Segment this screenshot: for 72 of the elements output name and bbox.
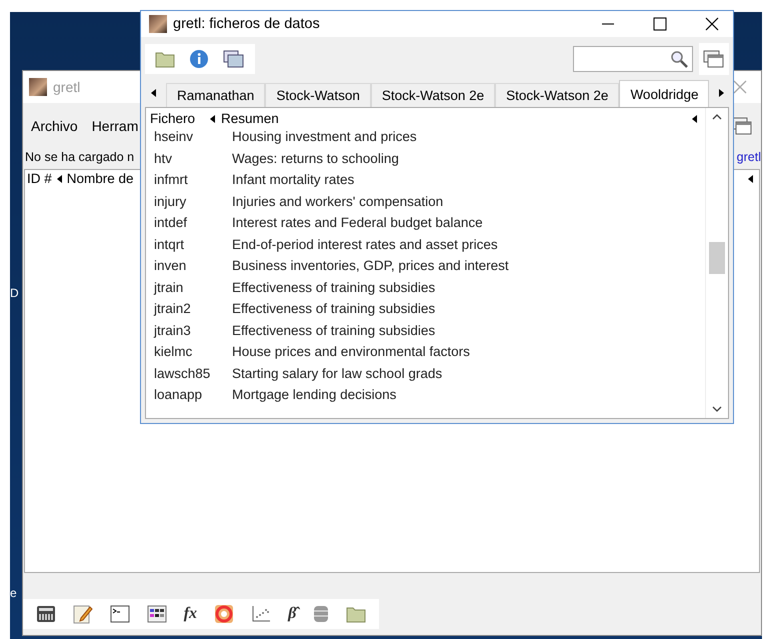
gretl-link[interactable]: gretl <box>736 150 761 164</box>
toolbar-button[interactable]: fx <box>184 605 198 623</box>
column-header[interactable]: Resumen <box>221 111 279 126</box>
scroll-up-icon[interactable] <box>712 114 722 120</box>
desktop-label: e <box>10 586 17 600</box>
file-name-cell[interactable]: intdef <box>154 215 232 230</box>
scatter-plot-icon[interactable] <box>251 605 272 623</box>
search-icon[interactable] <box>670 50 688 68</box>
summary-cell[interactable]: End-of-period interest rates and asset prices <box>232 236 498 252</box>
column-header[interactable]: ID # <box>27 171 52 186</box>
summary-cell[interactable]: Starting salary for law school grads <box>232 366 442 381</box>
tab[interactable]: Stock-Watson 2e <box>370 83 496 107</box>
summary-cell[interactable]: Business inventories, GDP, prices and interest <box>232 258 509 274</box>
file-name-cell[interactable]: kielmc <box>154 344 232 360</box>
menu-item[interactable]: Herram <box>92 118 138 134</box>
summary-cell[interactable]: Interest rates and Federal budget balance <box>232 215 483 230</box>
search-field[interactable] <box>573 46 693 72</box>
terminal-icon[interactable] <box>110 605 130 623</box>
file-name-cell[interactable]: injury <box>154 194 232 209</box>
menu-item[interactable]: Archivo <box>31 118 78 134</box>
window-title: gretl: ficheros de datos <box>173 16 320 32</box>
summary-cell[interactable]: Wages: returns to schooling <box>232 150 399 166</box>
file-name-cell[interactable]: loanapp <box>154 387 232 402</box>
tab[interactable]: Stock-Watson 2e <box>495 83 620 107</box>
file-name-cell[interactable]: intqrt <box>154 236 232 252</box>
file-name-cell[interactable]: jtrain2 <box>154 301 232 316</box>
scroll-right-icon[interactable] <box>719 88 724 96</box>
file-name-cell[interactable]: jtrain3 <box>154 322 232 338</box>
close-icon[interactable] <box>705 17 719 31</box>
scroll-down-icon[interactable] <box>712 406 722 412</box>
summary-cell[interactable]: Effectiveness of training subsidies <box>232 322 436 338</box>
summary-cell[interactable]: Injuries and workers' compensation <box>232 194 444 209</box>
column-header[interactable]: Nombre de <box>66 171 134 186</box>
info-icon[interactable] <box>189 49 209 69</box>
scrollbar[interactable] <box>705 108 728 418</box>
summary-cell[interactable]: Effectiveness of training subsidies <box>232 301 436 316</box>
file-name-cell[interactable]: inven <box>154 258 232 274</box>
summary-cell[interactable]: Infant mortality rates <box>232 172 354 188</box>
file-name-cell[interactable]: hseinv <box>154 129 232 144</box>
sort-arrow-icon[interactable] <box>692 114 697 122</box>
scroll-left-icon[interactable] <box>151 88 156 96</box>
windows-icon[interactable] <box>223 49 245 69</box>
desktop-label: D <box>10 286 19 300</box>
lifebuoy-icon[interactable] <box>214 604 234 624</box>
calculator-icon[interactable] <box>36 605 56 623</box>
window-title: gretl <box>53 79 80 95</box>
sort-arrow-icon[interactable] <box>210 114 215 122</box>
folder-icon[interactable] <box>346 605 366 623</box>
app-icon <box>149 15 167 33</box>
sort-arrow-icon[interactable] <box>748 174 753 182</box>
status-text: No se ha cargado n <box>25 150 134 164</box>
app-icon <box>29 78 47 96</box>
summary-cell[interactable]: Mortgage lending decisions <box>232 387 396 402</box>
folder-icon[interactable] <box>155 50 175 68</box>
column-header[interactable]: Fichero <box>150 111 210 126</box>
file-name-cell[interactable]: htv <box>154 150 232 166</box>
summary-cell[interactable]: House prices and environmental factors <box>232 344 470 360</box>
windows-icon[interactable] <box>699 43 729 75</box>
file-name-cell[interactable]: infmrt <box>154 172 232 188</box>
summary-cell[interactable]: Effectiveness of training subsidies <box>232 280 436 295</box>
grid-icon[interactable] <box>146 605 167 623</box>
scrollbar-thumb[interactable] <box>709 242 725 274</box>
notepad-pencil-icon[interactable] <box>72 604 93 624</box>
summary-cell[interactable]: Housing investment and prices <box>232 129 417 144</box>
file-name-cell[interactable]: jtrain <box>154 280 232 295</box>
tab[interactable]: Ramanathan <box>166 83 266 107</box>
tab[interactable]: Stock-Watson <box>265 83 371 107</box>
file-name-cell[interactable]: lawsch85 <box>154 366 232 381</box>
database-icon[interactable] <box>313 604 330 624</box>
maximize-icon[interactable] <box>653 17 667 31</box>
tab[interactable]: Wooldridge <box>619 80 710 107</box>
sort-arrow-icon[interactable] <box>56 174 62 182</box>
